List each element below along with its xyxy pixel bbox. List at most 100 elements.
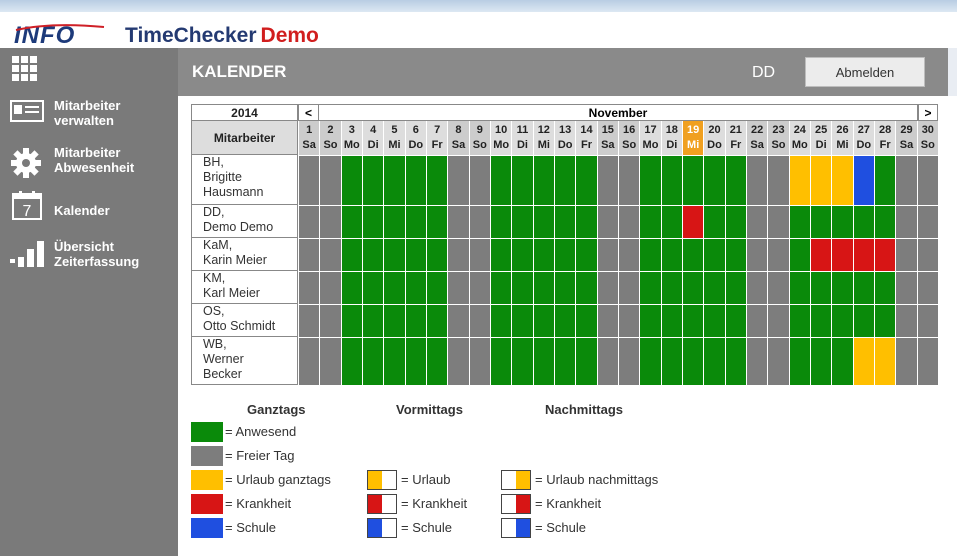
day-cell-2[interactable] (319, 271, 341, 304)
day-cell-18[interactable] (660, 238, 682, 271)
employee-name-cell[interactable]: WB, Werner Becker (191, 337, 298, 385)
day-cell-19[interactable] (682, 337, 704, 385)
day-cell-30[interactable] (916, 205, 938, 238)
day-cell-17[interactable] (639, 155, 661, 205)
logout-button[interactable]: Abmelden (805, 57, 925, 87)
day-cell-2[interactable] (319, 205, 341, 238)
day-cell-25[interactable] (810, 155, 832, 205)
day-cell-3[interactable] (340, 304, 362, 337)
day-cell-7[interactable] (426, 238, 448, 271)
day-cell-12[interactable] (532, 238, 554, 271)
day-cell-20[interactable] (703, 337, 725, 385)
day-cell-12[interactable] (532, 304, 554, 337)
day-cell-8[interactable] (447, 337, 469, 385)
day-cell-29[interactable] (895, 271, 917, 304)
day-cell-23[interactable] (767, 205, 789, 238)
day-cell-14[interactable] (575, 304, 597, 337)
day-cell-28[interactable] (874, 238, 896, 271)
sidebar-item-mitarbeiter-verwalten[interactable]: Mitarbeiter verwalten (8, 98, 173, 138)
day-cell-18[interactable] (660, 337, 682, 385)
day-cell-10[interactable] (490, 238, 512, 271)
day-cell-15[interactable] (596, 238, 618, 271)
day-cell-10[interactable] (490, 337, 512, 385)
day-cell-25[interactable] (810, 271, 832, 304)
day-cell-24[interactable] (788, 238, 810, 271)
day-cell-13[interactable] (554, 238, 576, 271)
day-cell-29[interactable] (895, 304, 917, 337)
day-cell-5[interactable] (383, 238, 405, 271)
day-cell-13[interactable] (554, 155, 576, 205)
day-cell-8[interactable] (447, 205, 469, 238)
day-cell-6[interactable] (404, 337, 426, 385)
day-cell-1[interactable] (298, 337, 320, 385)
day-cell-12[interactable] (532, 337, 554, 385)
day-cell-4[interactable] (362, 304, 384, 337)
day-cell-14[interactable] (575, 271, 597, 304)
day-cell-23[interactable] (767, 155, 789, 205)
day-cell-5[interactable] (383, 271, 405, 304)
day-cell-21[interactable] (724, 337, 746, 385)
day-cell-14[interactable] (575, 337, 597, 385)
day-cell-21[interactable] (724, 155, 746, 205)
sidebar-item-uebersicht-zeiterfassung[interactable]: Übersicht Zeiterfassung (8, 239, 173, 279)
day-cell-16[interactable] (618, 205, 640, 238)
day-cell-11[interactable] (511, 304, 533, 337)
day-cell-9[interactable] (468, 304, 490, 337)
day-cell-21[interactable] (724, 238, 746, 271)
day-cell-4[interactable] (362, 205, 384, 238)
day-cell-9[interactable] (468, 271, 490, 304)
day-cell-4[interactable] (362, 238, 384, 271)
day-cell-6[interactable] (404, 238, 426, 271)
day-cell-6[interactable] (404, 271, 426, 304)
day-cell-28[interactable] (874, 205, 896, 238)
day-cell-28[interactable] (874, 304, 896, 337)
day-cell-23[interactable] (767, 337, 789, 385)
day-cell-1[interactable] (298, 155, 320, 205)
day-cell-20[interactable] (703, 304, 725, 337)
day-cell-27[interactable] (852, 238, 874, 271)
day-cell-3[interactable] (340, 271, 362, 304)
day-cell-10[interactable] (490, 271, 512, 304)
day-cell-18[interactable] (660, 205, 682, 238)
day-cell-30[interactable] (916, 337, 938, 385)
day-cell-20[interactable] (703, 155, 725, 205)
day-cell-25[interactable] (810, 205, 832, 238)
day-cell-8[interactable] (447, 155, 469, 205)
day-cell-11[interactable] (511, 271, 533, 304)
day-cell-17[interactable] (639, 271, 661, 304)
menu-grid-icon[interactable] (12, 56, 38, 82)
day-cell-5[interactable] (383, 155, 405, 205)
day-cell-17[interactable] (639, 238, 661, 271)
day-cell-7[interactable] (426, 304, 448, 337)
day-cell-9[interactable] (468, 238, 490, 271)
day-cell-16[interactable] (618, 238, 640, 271)
day-cell-22[interactable] (746, 271, 768, 304)
employee-name-cell[interactable]: KM, Karl Meier (191, 271, 298, 304)
day-cell-5[interactable] (383, 304, 405, 337)
day-cell-15[interactable] (596, 205, 618, 238)
day-cell-28[interactable] (874, 271, 896, 304)
day-cell-19[interactable] (682, 304, 704, 337)
day-cell-1[interactable] (298, 271, 320, 304)
day-cell-17[interactable] (639, 205, 661, 238)
day-cell-27[interactable] (852, 337, 874, 385)
day-cell-13[interactable] (554, 304, 576, 337)
day-cell-22[interactable] (746, 238, 768, 271)
day-cell-8[interactable] (447, 271, 469, 304)
day-cell-1[interactable] (298, 238, 320, 271)
day-cell-30[interactable] (916, 271, 938, 304)
day-cell-24[interactable] (788, 337, 810, 385)
day-cell-19[interactable] (682, 205, 704, 238)
next-month-button[interactable]: > (918, 104, 938, 121)
day-cell-10[interactable] (490, 304, 512, 337)
day-cell-7[interactable] (426, 271, 448, 304)
day-cell-1[interactable] (298, 205, 320, 238)
day-cell-13[interactable] (554, 271, 576, 304)
day-cell-7[interactable] (426, 205, 448, 238)
day-cell-25[interactable] (810, 304, 832, 337)
day-cell-30[interactable] (916, 304, 938, 337)
day-cell-19[interactable] (682, 238, 704, 271)
day-cell-22[interactable] (746, 337, 768, 385)
day-cell-28[interactable] (874, 337, 896, 385)
day-cell-11[interactable] (511, 337, 533, 385)
